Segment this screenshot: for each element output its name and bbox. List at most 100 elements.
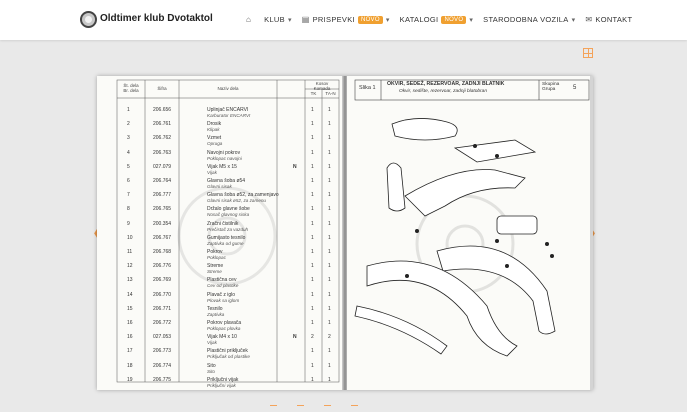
qty-tk: 1 bbox=[311, 305, 314, 312]
part-name-sl: Plavač z iglo bbox=[207, 291, 236, 298]
part-name: Plastični priključek Priključak od plasti… bbox=[207, 348, 250, 359]
part-name-sr: Vijak bbox=[207, 169, 217, 175]
indicator-dot[interactable] bbox=[351, 405, 358, 410]
qty-tk: 1 bbox=[311, 362, 314, 369]
part-code: 206.764 bbox=[153, 178, 172, 184]
qty-tk: 1 bbox=[311, 320, 314, 326]
chevron-down-icon: ▾ bbox=[571, 16, 576, 24]
part-name: Streme Streme bbox=[207, 263, 223, 274]
brand-title[interactable]: Oldtimer klub Dvotaktol bbox=[100, 13, 213, 24]
group-label: Skupina Grupa bbox=[542, 82, 560, 92]
part-code: 206.773 bbox=[153, 348, 172, 355]
part-number: 13 bbox=[127, 277, 133, 284]
part-number: 3 bbox=[127, 135, 130, 142]
qty-tk: 1 bbox=[311, 206, 314, 213]
part-name: Gumijasto tesnilo Zaptivka od gume bbox=[207, 235, 245, 246]
part-number: 2 bbox=[127, 121, 130, 128]
qty-tk: 1 bbox=[311, 107, 314, 113]
qty-tan: 1 bbox=[328, 149, 331, 156]
part-name-sr: Sito bbox=[207, 368, 215, 374]
part-code: 206.762 bbox=[153, 135, 172, 142]
chevron-down-icon: ▾ bbox=[469, 16, 474, 24]
part-name-sr: Streme bbox=[207, 269, 222, 275]
col-header-tan: TA-N bbox=[325, 91, 336, 96]
nav-label: KLUB bbox=[264, 15, 285, 24]
part-number: 11 bbox=[127, 249, 133, 255]
part-name: Tesnilo Zaptivka bbox=[207, 306, 224, 317]
part-number: 6 bbox=[127, 178, 130, 184]
part-name-sl: Gumijasto tesnilo bbox=[207, 234, 246, 241]
part-name: Vzmet Opruga bbox=[207, 135, 222, 146]
part-number: 16 bbox=[127, 334, 133, 341]
part-name: Drosik Klipak bbox=[207, 121, 221, 132]
part-name-sr: Zaptivka bbox=[207, 311, 225, 317]
part-name-sr: Glavni sisak bbox=[207, 184, 232, 189]
part-code: 206.765 bbox=[153, 206, 172, 213]
grid-view-icon[interactable] bbox=[583, 48, 593, 58]
qty-tan: 1 bbox=[328, 291, 331, 298]
qty-tan: 1 bbox=[328, 107, 331, 113]
indicator-dot[interactable] bbox=[297, 405, 304, 410]
qty-tan: 1 bbox=[328, 192, 331, 199]
site-header: Oldtimer klub Dvotaktol ⌂ KLUB ▾ ▤ PRISPEV… bbox=[0, 0, 687, 40]
part-code: 206.772 bbox=[153, 320, 172, 326]
qty-tk: 1 bbox=[311, 348, 314, 355]
qty-tk: 1 bbox=[311, 263, 314, 270]
nav-kontakt[interactable]: ✉ KONTAKT bbox=[585, 15, 632, 24]
flipbook[interactable]: Št. dela Br. dela Šifra Naziv dela Kosov… bbox=[97, 76, 593, 390]
indicator-dot[interactable] bbox=[270, 405, 277, 410]
part-name-sr: Karburator ENCARVI bbox=[207, 113, 251, 118]
envelope-icon: ✉ bbox=[585, 15, 593, 24]
figure-subtitle: Okvir, sedište, rezervoar, zadnji blatob… bbox=[399, 89, 487, 94]
part-name: Vijak M4 x 10 Vijak bbox=[207, 334, 237, 345]
indicator-dot[interactable] bbox=[324, 405, 331, 410]
nav-home[interactable]: ⌂ bbox=[246, 15, 254, 24]
part-code: 206.775 bbox=[153, 376, 172, 383]
qty-tan: 1 bbox=[328, 348, 331, 355]
right-page: Slika 1 OKVIR, SEDEŽ, REZERVOAR, ZADNJI … bbox=[347, 76, 593, 390]
part-name-sl: Navojni pokrov bbox=[207, 149, 241, 156]
nav-katalogi[interactable]: KATALOGI NOVO ▾ bbox=[400, 15, 474, 24]
part-name-sr: Glavni sisak ø52, za zamenu bbox=[207, 198, 266, 204]
page-indicator bbox=[270, 405, 358, 410]
part-code: 206.771 bbox=[153, 305, 172, 312]
part-code: 027.053 bbox=[153, 334, 172, 341]
qty-tk: 1 bbox=[311, 121, 314, 128]
part-number: 12 bbox=[127, 263, 133, 270]
part-number: 8 bbox=[127, 206, 130, 213]
nav-label: KATALOGI bbox=[399, 15, 439, 24]
qty-tan: 1 bbox=[328, 178, 331, 184]
new-badge: NOVO bbox=[441, 15, 467, 24]
qty-tan: 1 bbox=[328, 135, 331, 142]
qty-tan: 1 bbox=[328, 206, 331, 213]
group-number: 5 bbox=[573, 85, 577, 91]
exploded-parts-diagram bbox=[354, 79, 590, 357]
part-name-sr: Cev od plastike bbox=[207, 283, 239, 289]
part-name-sr: Klipak bbox=[207, 127, 220, 133]
nav-klub[interactable]: KLUB ▾ bbox=[264, 15, 292, 24]
nav-prispevki[interactable]: ▤ PRISPEVKI NOVO ▾ bbox=[302, 15, 390, 24]
part-name-sl: Priključni vijak bbox=[207, 376, 239, 383]
part-name-sl: Tesnilo bbox=[207, 305, 223, 312]
part-name: Pokrov plavača Poklopac plovka bbox=[207, 320, 241, 331]
nav-starodobna-vozila[interactable]: STARODOBNA VOZILA ▾ bbox=[483, 15, 575, 24]
part-name-sr: Priključak od plastike bbox=[207, 354, 250, 360]
chevron-down-icon: ▾ bbox=[385, 16, 390, 24]
part-marker: N bbox=[293, 163, 297, 170]
part-code: 206.768 bbox=[153, 249, 172, 255]
part-code: 206.656 bbox=[153, 107, 172, 113]
part-name-sr: Priključni vijak bbox=[207, 382, 236, 388]
qty-tk: 1 bbox=[311, 277, 314, 284]
main-nav: ⌂ KLUB ▾ ▤ PRISPEVKI NOVO ▾ KATALOGI NOVO ▾ ST… bbox=[246, 15, 642, 24]
qty-tk: 1 bbox=[311, 178, 314, 184]
part-number: 15 bbox=[127, 305, 133, 312]
part-name: Sito Sito bbox=[207, 363, 216, 374]
part-number: 1 bbox=[127, 107, 130, 113]
part-code: 206.767 bbox=[153, 234, 172, 241]
club-logo-icon[interactable] bbox=[80, 11, 97, 28]
col-header-num: Št. dela Br. dela bbox=[123, 83, 139, 93]
qty-tk: 1 bbox=[311, 249, 314, 255]
part-name: Vijak M5 x 15 Vijak bbox=[207, 164, 237, 175]
part-name: Glavna šoba ø52, za zamenjavo Glavni sisa… bbox=[207, 192, 279, 203]
qty-tan: 2 bbox=[328, 334, 331, 341]
